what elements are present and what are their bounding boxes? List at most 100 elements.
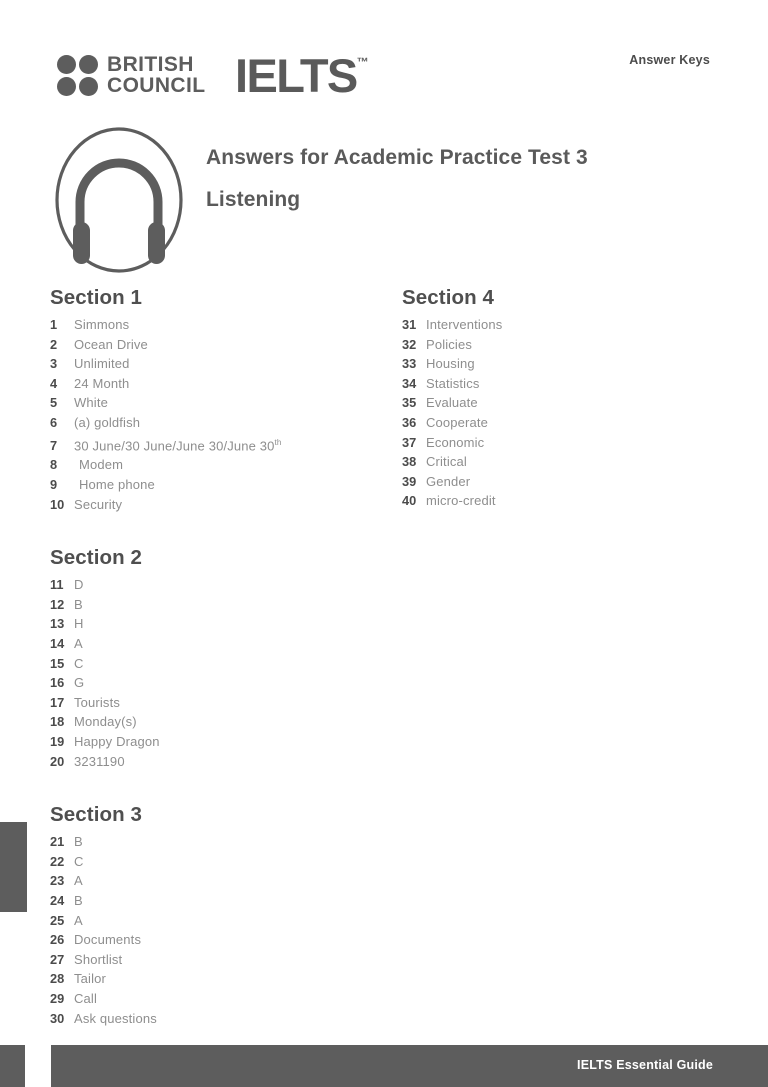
answer-number: 17 [50, 694, 65, 710]
answer-number: 25 [50, 912, 65, 928]
answer-text: A [74, 873, 83, 889]
answer-text: Policies [426, 336, 472, 352]
answer-number: 37 [402, 434, 417, 450]
answer-row: 35 Evaluate [402, 393, 732, 413]
answer-text: Documents [74, 932, 142, 948]
answer-text: Economic [426, 434, 485, 450]
answer-text: C [74, 655, 84, 671]
answer-text: 3231190 [74, 753, 125, 769]
answer-number: 36 [402, 414, 417, 430]
answer-text: Ocean Drive [74, 336, 148, 352]
answer-row: 21 B [50, 832, 390, 852]
answer-number: 1 [50, 317, 58, 332]
answer-number: 10 [50, 496, 65, 512]
answer-row: 12 B [50, 595, 390, 615]
answer-number: 27 [50, 951, 65, 967]
right-column: Section 4 31 Interventions 32 Policies 33 Hou… [402, 286, 732, 539]
dot-icon [79, 55, 98, 74]
answer-number: 38 [402, 454, 417, 470]
answer-row: 15 C [50, 654, 390, 674]
answer-row: 23 A [50, 871, 390, 891]
answer-number: 7 [50, 437, 58, 453]
answer-number: 8 [50, 457, 58, 473]
answer-text: 24 Month [74, 375, 130, 391]
answer-text: micro-credit [426, 493, 496, 509]
page-subtitle: Listening [206, 188, 301, 211]
answer-row: 24 B [50, 891, 390, 911]
dot-icon [57, 55, 76, 74]
answer-text: Unlimited [74, 356, 130, 372]
answer-number: 34 [402, 375, 417, 391]
answer-text: B [74, 834, 83, 850]
answer-row: 40 micro-credit [402, 491, 732, 511]
answer-row: 9 Home phone [50, 475, 390, 495]
answer-text: Security [74, 496, 123, 512]
answer-row: 36 Cooperate [402, 413, 732, 433]
answer-number: 19 [50, 734, 65, 750]
answer-row: 38 Critical [402, 452, 732, 472]
answer-number: 4 [50, 375, 58, 391]
british-council-line2: COUNCIL [107, 73, 206, 97]
answer-text: Gender [426, 473, 471, 489]
answer-number: 11 [50, 577, 64, 593]
answer-number: 18 [50, 714, 65, 730]
four-dots-icon [57, 55, 98, 96]
answer-row: 5 White [50, 393, 390, 413]
answer-number: 9 [50, 477, 58, 493]
answer-row: 11 D [50, 575, 390, 595]
answer-row: 28 Tailor [50, 969, 390, 989]
page-header: BRITISH COUNCIL IELTS™ Answer Keys [0, 0, 768, 110]
section-1: Section 1 1 Simmons 2 Ocean Drive 3 Unlimited… [50, 286, 390, 514]
ielts-logo: IELTS™ [235, 52, 369, 99]
answer-number: 35 [402, 395, 417, 411]
answer-text: Interventions [426, 317, 503, 332]
answer-row: 34 Statistics [402, 374, 732, 394]
answer-row: 14 A [50, 634, 390, 654]
answer-keys-label: Answer Keys [629, 53, 710, 67]
answer-text: C [74, 853, 84, 869]
answer-text: A [74, 912, 83, 928]
answer-text: Critical [426, 454, 467, 470]
answer-text: D [74, 577, 84, 593]
answer-number: 2 [50, 336, 58, 352]
answer-text: 30 June/30 June/June 30/June 30th [74, 437, 282, 453]
section-1-heading: Section 1 [50, 286, 143, 309]
section-3-answer-list: 21 B 22 C 23 A 24 B 25 A 26 Documents 27 Shortlist 28 T… [50, 832, 390, 1028]
answer-number: 20 [50, 753, 65, 769]
answer-number: 24 [50, 892, 65, 908]
trademark-icon: ™ [356, 55, 369, 69]
section-2: Section 2 11 D 12 B 13 H 14 A 15 C 16 G 17 Tourists 18… [50, 546, 390, 771]
answer-row: 33 Housing [402, 354, 732, 374]
section-4-answer-list: 31 Interventions 32 Policies 33 Housing 34 Stat… [402, 315, 732, 511]
section-4: Section 4 31 Interventions 32 Policies 33 Hou… [402, 286, 732, 511]
answer-row: 4 24 Month [50, 374, 390, 394]
answer-number: 28 [50, 971, 65, 987]
answer-row: 20 3231190 [50, 752, 390, 772]
british-council-logo: BRITISH COUNCIL [57, 54, 206, 97]
answer-number: 12 [50, 596, 65, 612]
answer-row: 1 Simmons [50, 315, 390, 335]
answer-row: 2 Ocean Drive [50, 335, 390, 355]
answer-text: Call [74, 990, 97, 1006]
answer-text: Cooperate [426, 414, 489, 430]
answer-text: B [74, 892, 83, 908]
section-3: Section 3 21 B 22 C 23 A 24 B 25 A 26 Documents 27 Sh… [50, 803, 390, 1028]
answer-number: 31 [402, 317, 417, 332]
answer-number: 30 [50, 1010, 65, 1026]
answer-row: 3 Unlimited [50, 354, 390, 374]
answer-row: 31 Interventions [402, 315, 732, 335]
answer-number: 15 [50, 655, 65, 671]
answer-text: Simmons [74, 317, 130, 332]
answer-number: 5 [50, 395, 58, 411]
answer-row: 6 (a) goldfish [50, 413, 390, 433]
answer-superscript: th [274, 437, 282, 447]
answer-text: A [74, 636, 83, 652]
ielts-wordmark: IELTS [235, 49, 358, 102]
answer-text: Monday(s) [74, 714, 137, 730]
answer-row: 18 Monday(s) [50, 712, 390, 732]
dot-icon [57, 77, 76, 96]
answer-text: G [74, 675, 85, 691]
section-2-heading: Section 2 [50, 546, 143, 570]
section-2-answer-list: 11 D 12 B 13 H 14 A 15 C 16 G 17 Tourists 18 Monday(s) 1… [50, 575, 390, 771]
answer-row: 32 Policies [402, 335, 732, 355]
